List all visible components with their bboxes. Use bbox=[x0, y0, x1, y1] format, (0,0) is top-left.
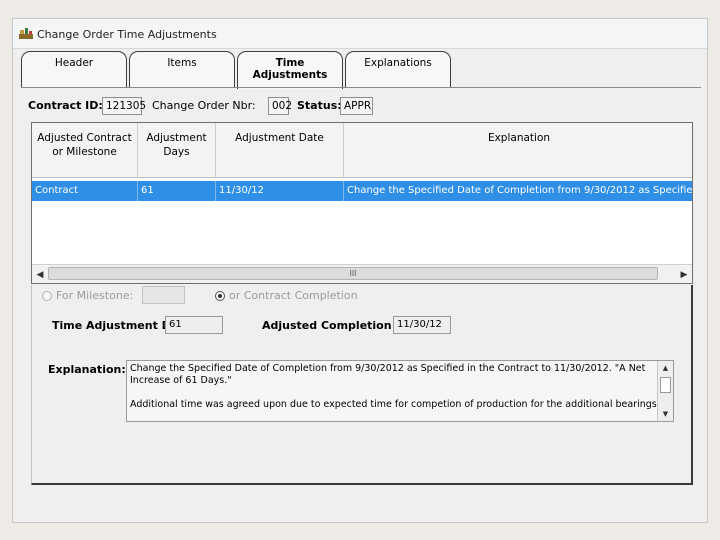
title-bar: Change Order Time Adjustments bbox=[13, 19, 707, 49]
column-header-days[interactable]: Adjustment Days bbox=[138, 123, 216, 178]
scroll-left-icon[interactable]: ◀ bbox=[32, 265, 48, 283]
vertical-scroll-thumb[interactable] bbox=[660, 377, 671, 393]
time-adjustments-grid: Adjusted Contract or Milestone Adjustmen… bbox=[31, 122, 693, 284]
for-milestone-label: For Milestone: bbox=[56, 289, 134, 302]
change-order-label: Change Order Nbr: bbox=[152, 99, 256, 112]
tab-explanations[interactable]: Explanations bbox=[345, 51, 451, 88]
contract-completion-radio[interactable] bbox=[215, 291, 225, 301]
window-title: Change Order Time Adjustments bbox=[37, 28, 217, 41]
cell-contract: Contract bbox=[32, 181, 138, 201]
contract-id-label: Contract ID: bbox=[28, 99, 103, 112]
explanation-textarea[interactable]: Change the Specified Date of Completion … bbox=[126, 360, 674, 422]
scroll-up-icon[interactable]: ▲ bbox=[658, 361, 673, 375]
contract-completion-label: or Contract Completion bbox=[229, 289, 358, 302]
vertical-scrollbar[interactable]: ▲ ▼ bbox=[657, 361, 673, 421]
cell-explanation: Change the Specified Date of Completion … bbox=[347, 185, 692, 196]
status-field[interactable]: APPR bbox=[340, 97, 373, 115]
time-adjustment-days-field[interactable]: 61 bbox=[165, 316, 223, 334]
adjusted-completion-field[interactable]: 11/30/12 bbox=[393, 316, 451, 334]
detail-panel: For Milestone: or Contract Completion Ti… bbox=[31, 285, 693, 485]
explanation-text-line-2: Additional time was agreed upon due to e… bbox=[130, 399, 674, 410]
tab-header[interactable]: Header bbox=[21, 51, 127, 88]
status-label: Status: bbox=[297, 99, 342, 112]
app-icon bbox=[19, 28, 33, 39]
app-window: Change Order Time Adjustments Header Ite… bbox=[12, 18, 708, 523]
column-header-contract[interactable]: Adjusted Contract or Milestone bbox=[32, 123, 138, 178]
column-header-explanation[interactable]: Explanation bbox=[344, 123, 694, 178]
explanation-label: Explanation: bbox=[48, 363, 126, 376]
tab-items[interactable]: Items bbox=[129, 51, 235, 88]
for-milestone-radio[interactable] bbox=[42, 291, 52, 301]
contract-id-field[interactable]: 121305 bbox=[102, 97, 146, 115]
cell-date: 11/30/12 bbox=[216, 181, 344, 201]
table-row[interactable]: Contract 61 11/30/12 Change the Specifie… bbox=[32, 181, 692, 201]
tab-time-adjustments[interactable]: Time Adjustments bbox=[237, 51, 343, 89]
horizontal-scrollbar[interactable]: ◀ III ▶ bbox=[32, 264, 692, 283]
grid-header: Adjusted Contract or Milestone Adjustmen… bbox=[32, 123, 692, 178]
scroll-right-icon[interactable]: ▶ bbox=[676, 265, 692, 283]
scroll-down-icon[interactable]: ▼ bbox=[658, 407, 673, 421]
milestone-field[interactable] bbox=[142, 286, 185, 304]
cell-days: 61 bbox=[138, 181, 216, 201]
change-order-field[interactable]: 002 bbox=[268, 97, 292, 115]
column-header-date[interactable]: Adjustment Date bbox=[216, 123, 344, 178]
scroll-thumb[interactable]: III bbox=[48, 267, 658, 280]
tab-divider bbox=[21, 87, 701, 88]
explanation-text-line-1: Change the Specified Date of Completion … bbox=[130, 363, 646, 386]
